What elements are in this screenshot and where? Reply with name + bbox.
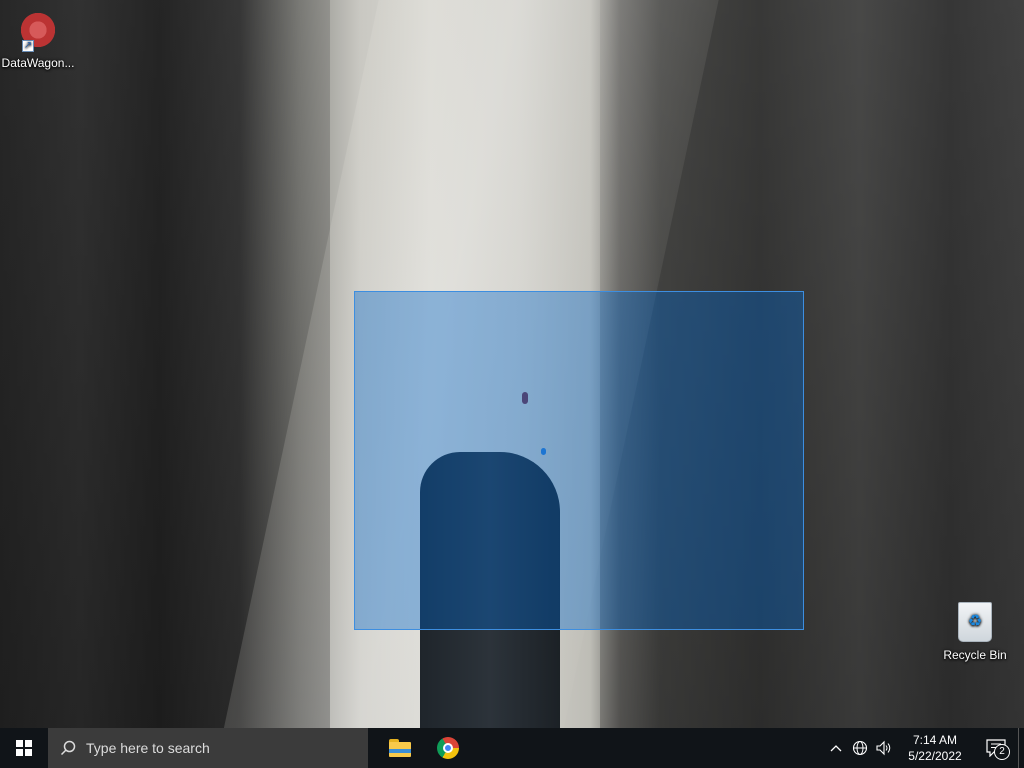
- show-hidden-icons-chevron-up-icon[interactable]: [824, 728, 848, 768]
- recycle-bin-icon: ♻: [953, 602, 997, 646]
- search-icon: [60, 740, 76, 756]
- shortcut-arrow-icon: ↗: [22, 40, 34, 52]
- start-button[interactable]: [0, 728, 48, 768]
- file-explorer-icon: [389, 739, 411, 757]
- desktop[interactable]: ↗ DataWagon... ♻ Recycle Bin: [0, 0, 1024, 728]
- volume-speaker-icon[interactable]: [872, 728, 896, 768]
- taskbar-file-explorer[interactable]: [376, 728, 424, 768]
- network-globe-icon[interactable]: [848, 728, 872, 768]
- action-center-button[interactable]: 2: [974, 728, 1018, 768]
- windows-logo-icon: [16, 740, 32, 756]
- selection-rectangle: [354, 291, 804, 630]
- show-desktop-button[interactable]: [1018, 728, 1024, 768]
- desktop-icon-recycle-bin[interactable]: ♻ Recycle Bin: [937, 600, 1013, 662]
- notification-count-badge: 2: [994, 744, 1010, 760]
- taskbar: Type here to search 7:14 AM 5/22/2022 2: [0, 728, 1024, 768]
- desktop-icon-label: DataWagon...: [1, 56, 75, 70]
- taskbar-search-box[interactable]: Type here to search: [48, 728, 368, 768]
- chrome-icon: [437, 737, 459, 759]
- search-placeholder: Type here to search: [86, 740, 210, 756]
- desktop-icon-datawagon[interactable]: ↗ DataWagon...: [0, 8, 76, 70]
- taskbar-clock[interactable]: 7:14 AM 5/22/2022: [896, 732, 974, 764]
- clock-date: 5/22/2022: [908, 749, 962, 763]
- clock-time: 7:14 AM: [912, 733, 958, 747]
- system-tray: 7:14 AM 5/22/2022 2: [824, 728, 1024, 768]
- taskbar-chrome[interactable]: [424, 728, 472, 768]
- desktop-icon-label: Recycle Bin: [943, 648, 1007, 662]
- datawagon-icon: ↗: [16, 10, 60, 54]
